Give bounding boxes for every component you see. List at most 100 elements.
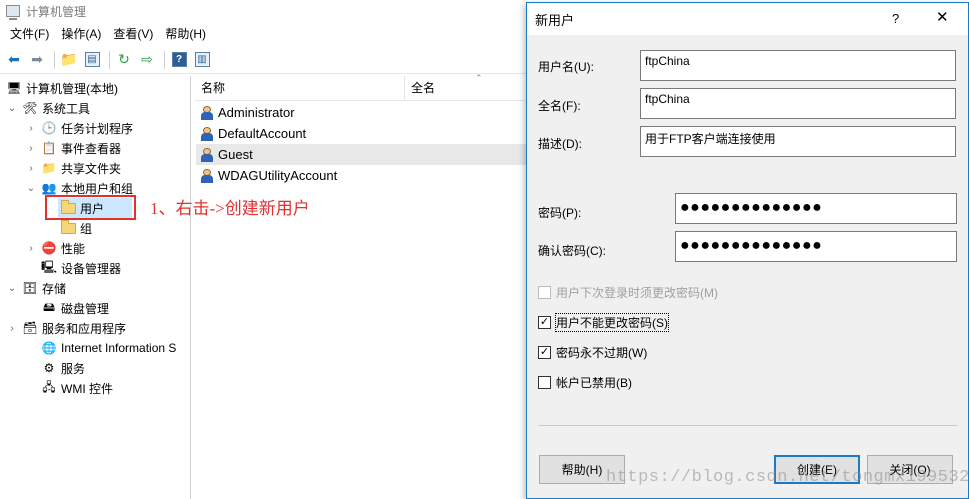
- column-header-name[interactable]: 名称: [195, 76, 405, 100]
- event-log-icon: 📋: [41, 141, 57, 155]
- tree-label: 服务和应用程序: [42, 321, 127, 336]
- shared-folder-icon: 📁: [41, 161, 57, 175]
- chevron-right-icon[interactable]: ›: [6, 323, 18, 334]
- checkbox-box[interactable]: [538, 285, 551, 299]
- chevron-right-icon[interactable]: ›: [25, 163, 37, 174]
- checkbox-box[interactable]: [538, 375, 551, 389]
- confirm-password-field[interactable]: ●●●●●●●●●●●●●●: [675, 231, 957, 262]
- tree-item-wmi[interactable]: 🖧 WMI 控件: [41, 378, 113, 398]
- tree-label: 本地用户和组: [61, 181, 134, 196]
- user-name: Guest: [218, 147, 253, 162]
- gear-icon: ⚙: [43, 361, 55, 375]
- tree-item-device-manager[interactable]: 🖳 设备管理器: [41, 258, 121, 278]
- chevron-right-icon[interactable]: ›: [25, 243, 37, 254]
- tree-item-services[interactable]: ⚙ 服务: [41, 358, 85, 378]
- refresh-icon[interactable]: ↻: [114, 50, 134, 70]
- password-label: 密码(P):: [538, 206, 582, 220]
- list-item[interactable]: Administrator: [196, 102, 526, 123]
- chevron-down-icon[interactable]: ⌄: [6, 283, 18, 294]
- tree-label: 设备管理器: [61, 261, 122, 276]
- chevron-right-icon[interactable]: ›: [25, 143, 37, 154]
- watermark: https://blog.csdn.net/tongmx1995328: [606, 468, 969, 487]
- iis-icon: 🌐: [41, 341, 57, 355]
- clock-icon: 🕒: [41, 121, 57, 135]
- annotation-text: 1、右击->创建新用户: [150, 199, 310, 218]
- annotation-highlight-box: [45, 195, 136, 220]
- export-list-icon[interactable]: ⇨: [137, 50, 157, 70]
- toolbar-separator: [54, 50, 55, 69]
- confirm-password-label: 确认密码(C):: [538, 244, 606, 258]
- user-name: Administrator: [218, 105, 295, 120]
- tree-item-iis[interactable]: 🌐 Internet Information S: [41, 338, 191, 358]
- account-disabled-checkbox[interactable]: 帐户已禁用(B): [538, 373, 632, 391]
- computer-management-icon: [6, 5, 20, 20]
- menu-file[interactable]: 文件(F): [4, 24, 55, 44]
- storage-icon: 🗄: [22, 281, 38, 295]
- list-item[interactable]: DefaultAccount: [196, 123, 526, 144]
- tree-label: 组: [80, 221, 93, 236]
- fullname-field[interactable]: ftpChina: [640, 88, 956, 119]
- forward-arrow-icon[interactable]: ➡: [27, 50, 47, 70]
- tree-label: 系统工具: [42, 101, 91, 116]
- users-group-icon: 👥: [41, 181, 57, 195]
- navigation-tree: 🖥 计算机管理(本地) ⌄ 🛠 系统工具 › 🕒 任务计划程序 › 📋 事件查看…: [0, 76, 191, 499]
- tree-item-performance[interactable]: › ⛔ 性能: [25, 238, 85, 258]
- help-icon[interactable]: ?: [169, 50, 189, 70]
- tree-item-event-viewer[interactable]: › 📋 事件查看器: [25, 138, 121, 158]
- password-never-expires-checkbox[interactable]: ✓ 密码永不过期(W): [538, 343, 647, 361]
- toolbar-separator: [164, 50, 165, 69]
- must-change-password-checkbox[interactable]: 用户下次登录时须更改密码(M): [538, 283, 718, 301]
- username-label: 用户名(U):: [538, 60, 594, 74]
- back-arrow-icon[interactable]: ⬅: [4, 50, 24, 70]
- up-folder-icon[interactable]: 📁: [59, 50, 79, 70]
- menu-help[interactable]: 帮助(H): [159, 24, 212, 44]
- tree-label: 任务计划程序: [61, 121, 134, 136]
- checkmark-icon[interactable]: ✓: [538, 315, 551, 329]
- help-icon[interactable]: ?: [892, 11, 899, 26]
- show-hide-tree-icon[interactable]: ▤: [82, 50, 102, 70]
- chevron-down-icon[interactable]: ⌄: [25, 183, 37, 194]
- checkmark-icon[interactable]: ✓: [538, 345, 551, 359]
- tree-label: 性能: [61, 241, 86, 256]
- performance-icon: ⛔: [41, 241, 57, 255]
- tree-item-groups[interactable]: 组: [60, 218, 92, 238]
- menu-bar: 文件(F) 操作(A) 查看(V) 帮助(H): [0, 24, 212, 44]
- chevron-right-icon[interactable]: ›: [25, 123, 37, 134]
- chevron-down-icon[interactable]: ⌄: [6, 103, 18, 114]
- fullname-label: 全名(F):: [538, 99, 581, 113]
- list-item[interactable]: WDAGUtilityAccount: [196, 165, 526, 186]
- dialog-divider: [538, 425, 958, 426]
- close-icon[interactable]: ✕: [936, 8, 949, 26]
- username-field[interactable]: ftpChina: [640, 50, 956, 81]
- cannot-change-password-checkbox[interactable]: ✓ 用户不能更改密码(S): [538, 312, 669, 332]
- action-pane-icon[interactable]: ▥: [192, 50, 212, 70]
- description-label: 描述(D):: [538, 137, 582, 151]
- menu-view[interactable]: 查看(V): [107, 24, 159, 44]
- password-field[interactable]: ●●●●●●●●●●●●●●: [675, 193, 957, 224]
- description-field[interactable]: 用于FTP客户端连接使用: [640, 126, 956, 157]
- checkbox-label: 密码永不过期(W): [556, 345, 648, 360]
- menu-action[interactable]: 操作(A): [55, 24, 107, 44]
- checkbox-label: 帐户已禁用(B): [556, 375, 632, 390]
- tree-item-services-apps[interactable]: › 🗃 服务和应用程序: [6, 318, 126, 338]
- tree-item-shared-folders[interactable]: › 📁 共享文件夹: [25, 158, 121, 178]
- tree-label: 服务: [61, 361, 86, 376]
- toolbar-separator: [109, 50, 110, 69]
- dialog-title-bar: 新用户 ? ✕: [527, 3, 968, 35]
- tree-item-disk-management[interactable]: 🖴 磁盘管理: [41, 298, 109, 318]
- device-manager-icon: 🖳: [41, 259, 58, 274]
- tree-item-system-tools[interactable]: ⌄ 🛠 系统工具: [6, 98, 90, 118]
- tree-item-root[interactable]: 🖥 计算机管理(本地): [6, 78, 118, 98]
- disk-icon: 🖴: [42, 299, 56, 314]
- tree-label: 磁盘管理: [61, 301, 110, 316]
- tree-label: WMI 控件: [61, 381, 113, 396]
- tree-item-task-scheduler[interactable]: › 🕒 任务计划程序: [25, 118, 133, 138]
- computer-management-icon: 🖥: [6, 81, 22, 95]
- tools-icon: 🛠: [22, 101, 38, 115]
- checkbox-label: 用户下次登录时须更改密码(M): [556, 285, 718, 300]
- list-item[interactable]: Guest: [196, 144, 526, 165]
- folder-icon: [60, 219, 76, 236]
- tree-item-storage[interactable]: ⌄ 🗄 存储: [6, 278, 66, 298]
- column-header-fullname[interactable]: 全名: [405, 76, 435, 100]
- sort-arrow-icon: ⌃: [475, 73, 483, 83]
